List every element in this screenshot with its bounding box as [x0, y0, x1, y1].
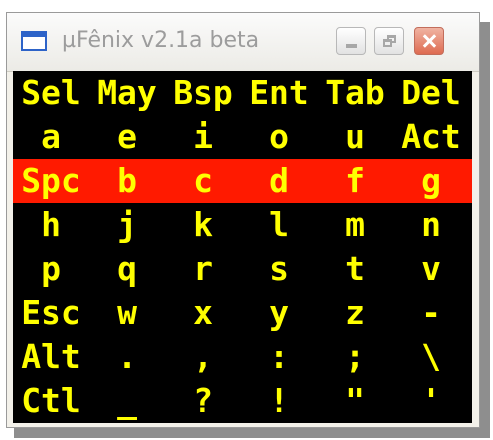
keyboard-row: Alt . , : ; \ [13, 335, 472, 379]
title-bar[interactable]: µFênix v2.1a beta [7, 13, 479, 72]
minimize-button[interactable] [336, 27, 366, 55]
key-tab[interactable]: Tab [317, 71, 393, 115]
key-g[interactable]: g [393, 159, 469, 203]
key-sel[interactable]: Sel [13, 71, 89, 115]
key-question[interactable]: ? [165, 379, 241, 423]
key-alt[interactable]: Alt [13, 335, 89, 379]
app-window: µFênix v2.1a beta Sel May Bsp Ent Tab De… [6, 12, 480, 428]
key-m[interactable]: m [317, 203, 393, 247]
keyboard-row: Sel May Bsp Ent Tab Del [13, 71, 472, 115]
key-may[interactable]: May [89, 71, 165, 115]
window-title: µFênix v2.1a beta [62, 28, 260, 53]
key-underscore[interactable]: _ [89, 379, 165, 423]
keyboard-row: Spc b c d f g [13, 159, 472, 203]
key-t[interactable]: t [317, 247, 393, 291]
key-colon[interactable]: : [241, 335, 317, 379]
key-exclamation[interactable]: ! [241, 379, 317, 423]
key-ent[interactable]: Ent [241, 71, 317, 115]
key-l[interactable]: l [241, 203, 317, 247]
key-y[interactable]: y [241, 291, 317, 335]
key-x[interactable]: x [165, 291, 241, 335]
key-esc[interactable]: Esc [13, 291, 89, 335]
key-u[interactable]: u [317, 115, 393, 159]
key-k[interactable]: k [165, 203, 241, 247]
key-backslash[interactable]: \ [393, 335, 469, 379]
minimize-icon [346, 44, 357, 48]
key-comma[interactable]: , [165, 335, 241, 379]
keyboard-row: Esc w x y z - [13, 291, 472, 335]
key-n[interactable]: n [393, 203, 469, 247]
key-w[interactable]: w [89, 291, 165, 335]
keyboard-row: p q r s t v [13, 247, 472, 291]
key-hyphen[interactable]: - [393, 291, 469, 335]
key-a[interactable]: a [13, 115, 89, 159]
key-period[interactable]: . [89, 335, 165, 379]
key-apostrophe[interactable]: ' [393, 379, 469, 423]
key-j[interactable]: j [89, 203, 165, 247]
key-f[interactable]: f [317, 159, 393, 203]
close-icon [415, 28, 443, 54]
scanning-keyboard: Sel May Bsp Ent Tab Del a e i o u Act Sp… [13, 71, 472, 423]
keyboard-row: a e i o u Act [13, 115, 472, 159]
window-app-icon [21, 31, 47, 51]
key-p[interactable]: p [13, 247, 89, 291]
key-d[interactable]: d [241, 159, 317, 203]
key-del[interactable]: Del [393, 71, 469, 115]
key-semicolon[interactable]: ; [317, 335, 393, 379]
key-i[interactable]: i [165, 115, 241, 159]
key-v[interactable]: v [393, 247, 469, 291]
key-c[interactable]: c [165, 159, 241, 203]
restore-button[interactable] [374, 27, 404, 55]
key-spc[interactable]: Spc [13, 159, 89, 203]
key-o[interactable]: o [241, 115, 317, 159]
key-h[interactable]: h [13, 203, 89, 247]
key-s[interactable]: s [241, 247, 317, 291]
key-bsp[interactable]: Bsp [165, 71, 241, 115]
key-act[interactable]: Act [393, 115, 469, 159]
key-r[interactable]: r [165, 247, 241, 291]
close-button[interactable] [414, 27, 444, 55]
key-ctl[interactable]: Ctl [13, 379, 89, 423]
key-e[interactable]: e [89, 115, 165, 159]
key-z[interactable]: z [317, 291, 393, 335]
key-q[interactable]: q [89, 247, 165, 291]
key-b[interactable]: b [89, 159, 165, 203]
keyboard-row: h j k l m n [13, 203, 472, 247]
restore-icon [383, 35, 396, 47]
keyboard-row: Ctl _ ? ! " ' [13, 379, 472, 423]
key-double-quote[interactable]: " [317, 379, 393, 423]
